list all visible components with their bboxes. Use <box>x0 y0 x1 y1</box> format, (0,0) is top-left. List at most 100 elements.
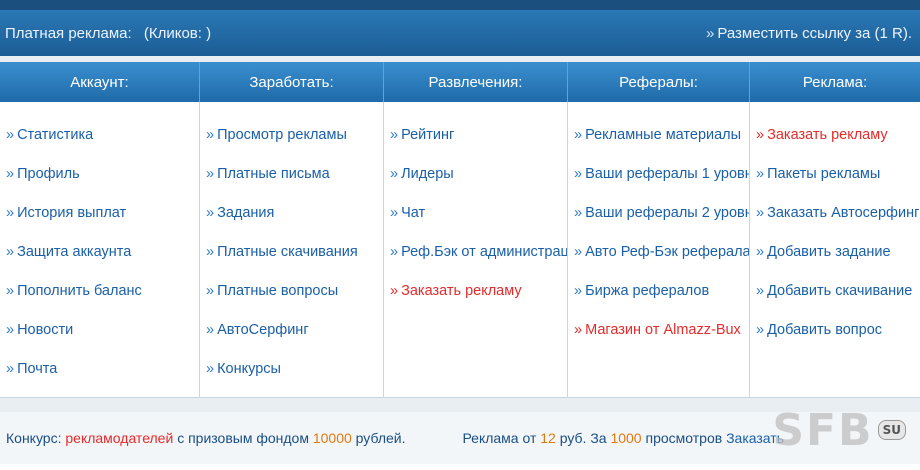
menu-list: » Заказать рекламу» Пакеты рекламы» Заказат… <box>756 122 920 356</box>
double-chevron-icon: » <box>6 283 15 299</box>
menu-link[interactable]: Платные письма <box>217 166 330 182</box>
contest-link[interactable]: рекламодателей <box>65 430 173 446</box>
top-strip <box>0 0 920 10</box>
menu-item[interactable]: » Пополнить баланс <box>6 278 199 317</box>
menu-column: » Рекламные материалы» Ваши рефералы 1 уро… <box>568 102 750 397</box>
menu-link[interactable]: Ваши рефералы 2 уровня <box>585 205 749 221</box>
menu-link[interactable]: Задания <box>217 205 274 221</box>
ad-price-views: просмотров <box>645 430 723 446</box>
menu-link[interactable]: Платные вопросы <box>217 283 338 299</box>
double-chevron-icon: » <box>206 283 215 299</box>
double-chevron-icon: » <box>6 205 15 221</box>
menu-link[interactable]: Рекламные материалы <box>585 127 741 143</box>
menu-link[interactable]: Биржа рефералов <box>585 283 709 299</box>
menu-link[interactable]: Добавить вопрос <box>767 322 882 338</box>
contest-label: Конкурс: <box>6 430 62 446</box>
menu-item[interactable]: » Почта <box>6 356 199 395</box>
menu-link[interactable]: Заказать рекламу <box>767 127 888 143</box>
column-header: Аккаунт: <box>0 62 200 102</box>
menu-column: » Заказать рекламу» Пакеты рекламы» Заказат… <box>750 102 920 397</box>
double-chevron-icon: » <box>6 127 15 143</box>
menu-link[interactable]: Добавить скачивание <box>767 283 912 299</box>
double-chevron-icon: » <box>6 361 15 377</box>
double-chevron-icon: » <box>574 283 583 299</box>
menu-item[interactable]: » Добавить задание <box>756 239 920 278</box>
menu-item[interactable]: » Новости <box>6 317 199 356</box>
menu-item[interactable]: » Пакеты рекламы <box>756 161 920 200</box>
menu-item[interactable]: » Платные вопросы <box>206 278 383 317</box>
menu-link[interactable]: Пакеты рекламы <box>767 166 880 182</box>
ad-price-label: Реклама от <box>462 430 537 446</box>
menu-link[interactable]: Почта <box>17 361 57 377</box>
double-chevron-icon: » <box>574 322 583 338</box>
column-header: Реклама: <box>802 73 868 91</box>
menu-item[interactable]: » Профиль <box>6 161 199 200</box>
double-chevron-icon: » <box>756 244 765 260</box>
menu-item[interactable]: » Платные скачивания <box>206 239 383 278</box>
menu-link[interactable]: Реф.Бэк от администрации <box>401 244 567 260</box>
menu-item[interactable]: » Защита аккаунта <box>6 239 199 278</box>
place-link-button[interactable]: » Разместить ссылку за (1 R). <box>706 25 912 42</box>
menu-item[interactable]: » Лидеры <box>390 161 567 200</box>
menu-item[interactable]: » Заказать рекламу <box>756 122 920 161</box>
menu-link[interactable]: Просмотр рекламы <box>217 127 347 143</box>
menu-item[interactable]: » Рекламные материалы <box>574 122 749 161</box>
menu-link[interactable]: Новости <box>17 322 73 338</box>
menu-item[interactable]: » Заказать Автосерфинг <box>756 200 920 239</box>
menu-item[interactable]: » АвтоСерфинг <box>206 317 383 356</box>
menu-item[interactable]: » Просмотр рекламы <box>206 122 383 161</box>
menu-item[interactable]: » Статистика <box>6 122 199 161</box>
menu-link[interactable]: Статистика <box>17 127 93 143</box>
paid-ad-info: Платная реклама: (Кликов: ) <box>5 25 219 42</box>
menu-item[interactable]: » Авто Реф-Бэк рефералам <box>574 239 749 278</box>
menu-item[interactable]: » История выплат <box>6 200 199 239</box>
menu-column: » Просмотр рекламы» Платные письма» Задания… <box>200 102 384 397</box>
place-link-label[interactable]: Разместить ссылку за (1 R). <box>717 25 912 42</box>
watermark-text: SFB <box>772 404 874 456</box>
double-chevron-icon: » <box>206 361 215 377</box>
double-chevron-icon: » <box>756 127 765 143</box>
menu-item[interactable]: » Добавить скачивание <box>756 278 920 317</box>
menu-item[interactable]: » Конкурсы <box>206 356 383 395</box>
menu-item[interactable]: » Платные письма <box>206 161 383 200</box>
ad-price-info: Реклама от 12 руб. За 1000 просмотров За… <box>462 430 784 446</box>
double-chevron-icon: » <box>390 166 399 182</box>
menu-link[interactable]: Пополнить баланс <box>17 283 142 299</box>
menu-link[interactable]: Магазин от Almazz-Bux <box>585 322 741 338</box>
menu-item[interactable]: » Задания <box>206 200 383 239</box>
menu-item[interactable]: » Добавить вопрос <box>756 317 920 356</box>
menu-item[interactable]: » Реф.Бэк от администрации <box>390 239 567 278</box>
menu-item[interactable]: » Чат <box>390 200 567 239</box>
menu-link[interactable]: Чат <box>401 205 425 221</box>
double-chevron-icon: » <box>756 283 765 299</box>
menu-link[interactable]: Профиль <box>17 166 80 182</box>
column-header: Развлечения: <box>384 62 568 102</box>
menu-link[interactable]: Заказать рекламу <box>401 283 522 299</box>
menu-link[interactable]: АвтоСерфинг <box>217 322 309 338</box>
menu-link[interactable]: Авто Реф-Бэк рефералам <box>585 244 749 260</box>
menu-link[interactable]: История выплат <box>17 205 126 221</box>
menu-link[interactable]: Платные скачивания <box>217 244 358 260</box>
menu-item[interactable]: » Магазин от Almazz-Bux <box>574 317 749 356</box>
menu-item[interactable]: » Ваши рефералы 1 уровня <box>574 161 749 200</box>
contest-info: Конкурс: рекламодателей с призовым фондо… <box>6 430 406 446</box>
menu-item[interactable]: » Рейтинг <box>390 122 567 161</box>
double-chevron-icon: » <box>206 244 215 260</box>
menu-link[interactable]: Лидеры <box>401 166 454 182</box>
menu-list: » Просмотр рекламы» Платные письма» Задания… <box>206 122 383 395</box>
menu-column: » Статистика» Профиль» История выплат» Защит… <box>0 102 200 397</box>
menu-link[interactable]: Ваши рефералы 1 уровня <box>585 166 749 182</box>
menu-item[interactable]: » Заказать рекламу <box>390 278 567 317</box>
column-header: Рефералы: <box>568 62 750 102</box>
menu-link[interactable]: Конкурсы <box>217 361 281 377</box>
menu-item[interactable]: » Ваши рефералы 2 уровня <box>574 200 749 239</box>
menu-link[interactable]: Заказать Автосерфинг <box>767 205 919 221</box>
watermark-badge: SU <box>877 420 906 440</box>
double-chevron-icon: » <box>574 205 583 221</box>
menu-item[interactable]: » Биржа рефералов <box>574 278 749 317</box>
double-chevron-icon: » <box>206 322 215 338</box>
menu-link[interactable]: Защита аккаунта <box>17 244 131 260</box>
paid-ad-bar: Платная реклама: (Кликов: ) » Разместить … <box>0 10 920 56</box>
menu-link[interactable]: Рейтинг <box>401 127 454 143</box>
menu-link[interactable]: Добавить задание <box>767 244 891 260</box>
